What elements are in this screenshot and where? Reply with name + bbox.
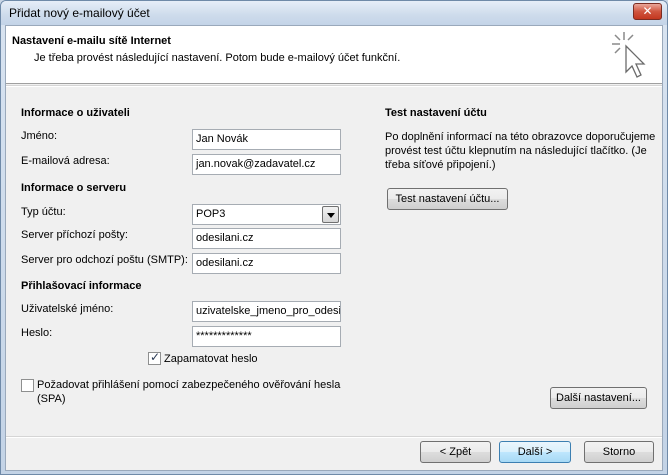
header-subtitle: Je třeba provést následující nastavení. … bbox=[34, 52, 401, 64]
spa-label-line1[interactable]: Požadovat přihlášení pomocí zabezpečenéh… bbox=[37, 379, 340, 391]
incoming-server-label: Server příchozí pošty: bbox=[21, 229, 128, 241]
account-type-label: Typ účtu: bbox=[21, 206, 66, 218]
spa-label-line2[interactable]: (SPA) bbox=[37, 393, 66, 405]
server-info-heading: Informace o serveru bbox=[21, 182, 127, 194]
username-field[interactable]: uzivatelske_jmeno_pro_odesila bbox=[192, 301, 341, 322]
back-button[interactable]: < Zpět bbox=[420, 441, 491, 463]
spa-checkbox[interactable] bbox=[21, 379, 34, 392]
cursor-sparkle-icon bbox=[612, 32, 646, 78]
wizard-header: Nastavení e-mailu sítě Internet Je třeba… bbox=[6, 26, 662, 84]
test-description-line2: provést test účtu klepnutím na následují… bbox=[385, 145, 647, 157]
chevron-down-icon[interactable] bbox=[322, 206, 339, 223]
account-type-select[interactable]: POP3 bbox=[192, 204, 341, 225]
window-title: Přidat nový e-mailový účet bbox=[9, 6, 150, 20]
test-description-line3: třeba síťové připojení.) bbox=[385, 159, 496, 171]
outgoing-server-field[interactable]: odesilani.cz bbox=[192, 253, 341, 274]
title-bar[interactable]: Přidat nový e-mailový účet ✕ bbox=[1, 1, 667, 25]
user-info-heading: Informace o uživateli bbox=[21, 107, 130, 119]
remember-password-checkbox[interactable] bbox=[148, 350, 161, 365]
more-settings-button[interactable]: Další nastavení... bbox=[550, 387, 647, 409]
header-title: Nastavení e-mailu sítě Internet bbox=[12, 35, 171, 47]
cancel-button[interactable]: Storno bbox=[584, 441, 654, 463]
name-label: Jméno: bbox=[21, 130, 58, 142]
password-field[interactable]: ************* bbox=[192, 326, 341, 347]
outgoing-server-label: Server pro odchozí poštu (SMTP): bbox=[21, 254, 188, 266]
dialog-window: Přidat nový e-mailový účet ✕ Nastavení e… bbox=[0, 0, 668, 475]
test-settings-heading: Test nastavení účtu bbox=[385, 107, 487, 119]
footer-separator bbox=[6, 436, 662, 438]
account-type-value: POP3 bbox=[196, 208, 226, 220]
test-account-button[interactable]: Test nastavení účtu... bbox=[387, 188, 508, 210]
password-label: Heslo: bbox=[21, 327, 53, 339]
dialog-client-area: Nastavení e-mailu sítě Internet Je třeba… bbox=[5, 25, 663, 471]
header-separator bbox=[6, 85, 662, 87]
email-field[interactable]: jan.novak@zadavatel.cz bbox=[192, 154, 341, 175]
username-label: Uživatelské jméno: bbox=[21, 303, 114, 315]
login-info-heading: Přihlašovací informace bbox=[21, 280, 142, 292]
email-label: E-mailová adresa: bbox=[21, 155, 110, 167]
remember-password-label[interactable]: Zapamatovat heslo bbox=[164, 353, 258, 365]
name-field[interactable]: Jan Novák bbox=[192, 129, 341, 150]
test-description-line1: Po doplnění informací na této obrazovce … bbox=[385, 131, 656, 143]
close-button[interactable]: ✕ bbox=[633, 3, 662, 20]
next-button[interactable]: Další > bbox=[499, 441, 571, 463]
incoming-server-field[interactable]: odesilani.cz bbox=[192, 228, 341, 249]
